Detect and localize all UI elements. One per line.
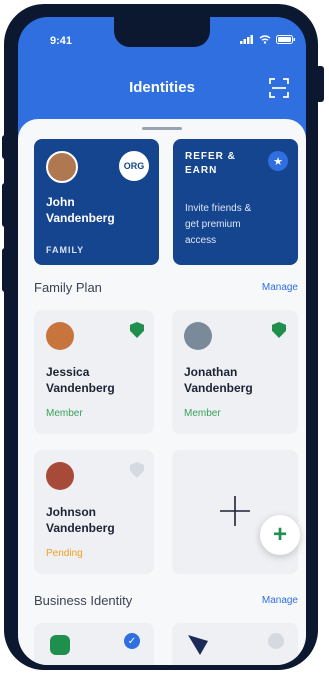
scan-icon [269,78,289,98]
star-icon: ★ [273,155,283,168]
member-first-name: Johnson [46,505,96,519]
battery-icon [276,35,295,44]
member-first-name: Jonathan [184,365,238,379]
avatar [46,151,78,183]
member-role: Member [46,408,83,419]
power-button [316,66,324,102]
plan-label: FAMILY [46,245,85,255]
add-fab-button[interactable]: + [260,515,300,555]
refer-title-line2: EARN [185,165,218,176]
member-last-name: Vandenberg [46,381,115,395]
business-identity-title: Business Identity [34,593,133,608]
refer-title-line1: REFER & [185,151,236,162]
refer-body-line2: get premium [185,219,241,230]
plus-icon [220,496,250,526]
avatar [46,462,74,490]
business-card-1[interactable]: ✓ [34,623,154,665]
primary-identity-card[interactable]: ORG John Vandenberg FAMILY [34,139,159,265]
signal-icon [240,35,253,44]
pending-badge-icon [268,633,284,649]
brand-logo-icon [188,635,208,655]
verified-shield-icon [130,322,144,338]
member-first-name: Jessica [46,365,90,379]
status-time: 9:41 [50,35,73,47]
volume-up-button [2,183,8,227]
identities-sheet: ORG John Vandenberg FAMILY REFER & EARN … [18,119,306,665]
member-role: Member [184,408,221,419]
member-last-name: Vandenberg [46,521,115,535]
business-card-2[interactable] [172,623,298,665]
pending-shield-icon [130,462,144,478]
refer-body-line3: access [185,235,217,246]
status-icons [240,35,296,44]
family-manage-link[interactable]: Manage [262,282,298,293]
refer-earn-card[interactable]: REFER & EARN ★ Invite friends & get prem… [173,139,298,265]
scan-button[interactable] [268,77,290,99]
business-manage-link[interactable]: Manage [262,595,298,606]
page-title: Identities [129,79,195,96]
refer-body-line1: Invite friends & [185,203,252,214]
sheet-handle[interactable] [142,127,182,130]
add-member-card[interactable] [172,450,298,574]
verified-badge-icon: ✓ [124,633,140,649]
family-plan-title: Family Plan [34,280,102,295]
member-card-jonathan[interactable]: Jonathan Vandenberg Member [172,310,298,434]
primary-name-line2: Vandenberg [46,211,115,225]
wifi-icon [259,35,271,44]
avatar [184,322,212,350]
org-badge: ORG [119,151,149,181]
member-role: Pending [46,548,83,559]
clover-logo-icon [50,635,70,655]
member-card-johnson[interactable]: Johnson Vandenberg Pending [34,450,154,574]
volume-down-button [2,248,8,292]
primary-name-line1: John [46,195,75,209]
star-badge: ★ [268,151,288,171]
app-screen: 9:41 Identities ORG John Vandenberg FAMI… [18,17,306,665]
member-last-name: Vandenberg [184,381,253,395]
org-badge-label: ORG [123,161,145,171]
member-card-jessica[interactable]: Jessica Vandenberg Member [34,310,154,434]
silent-switch [2,135,8,159]
avatar [46,322,74,350]
notch [114,17,210,47]
verified-shield-icon [272,322,286,338]
